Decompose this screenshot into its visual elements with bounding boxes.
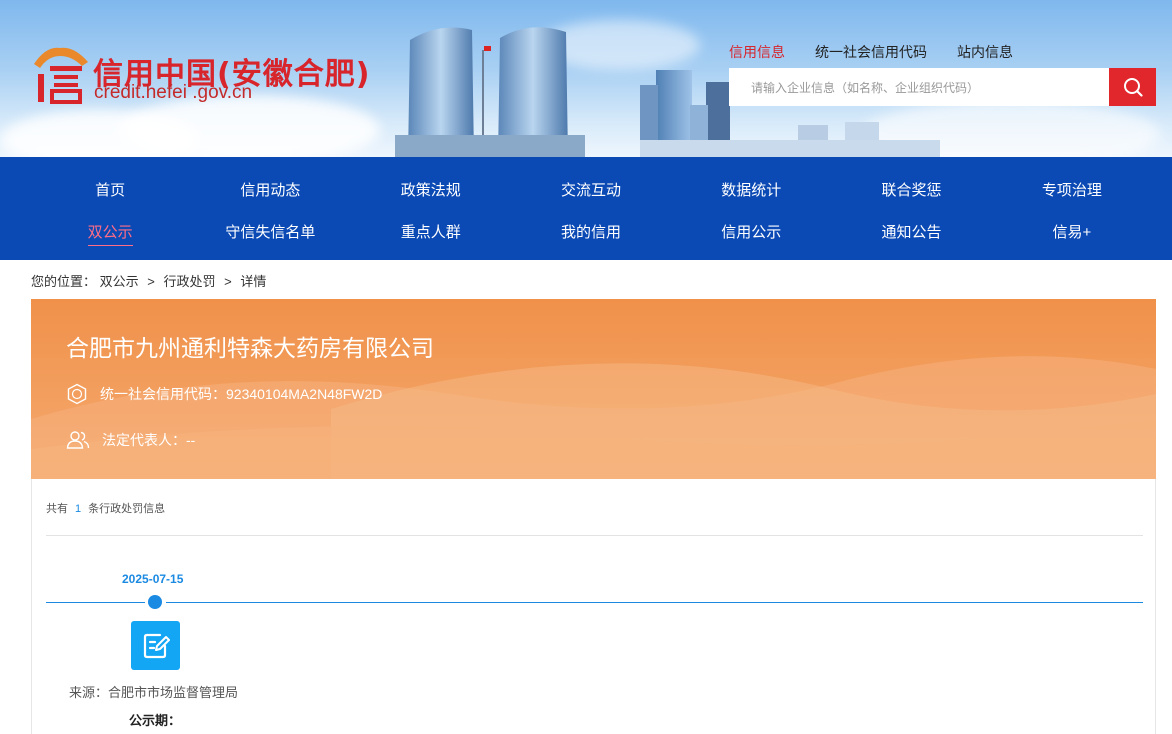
nav-item-statistics[interactable]: 数据统计 — [671, 179, 831, 200]
search-button[interactable] — [1109, 68, 1156, 106]
nav-item-credit-news[interactable]: 信用动态 — [190, 179, 350, 200]
credit-code-line: 统一社会信用代码： 92340104MA2N48FW2D — [66, 383, 382, 405]
legal-rep-line: 法定代表人： -- — [66, 430, 195, 450]
legal-rep-value: -- — [186, 432, 196, 448]
breadcrumb-penalty[interactable]: 行政处罚 — [164, 274, 216, 289]
credit-logo-icon — [34, 47, 88, 104]
nav-item-xinyi-plus[interactable]: 信易+ — [992, 221, 1152, 242]
credit-code-value: 92340104MA2N48FW2D — [226, 386, 383, 402]
nav-item-credit-lists[interactable]: 守信失信名单 — [190, 221, 350, 242]
tab-credit-info[interactable]: 信用信息 — [729, 42, 785, 62]
record-source-value: 合肥市市场监督管理局 — [108, 685, 239, 700]
timeline-dot[interactable] — [148, 595, 162, 609]
record-source: 来源：合肥市市场监督管理局 — [69, 682, 238, 701]
nav-item-credit-publicity[interactable]: 信用公示 — [671, 221, 831, 242]
nav-item-special-governance[interactable]: 专项治理 — [992, 179, 1152, 200]
nav-row-1: 首页 信用动态 政策法规 交流互动 数据统计 联合奖惩 专项治理 — [30, 179, 1152, 200]
tab-site-info[interactable]: 站内信息 — [957, 42, 1013, 62]
divider — [46, 535, 1143, 536]
timeline-date: 2025-07-15 — [122, 572, 184, 586]
users-icon — [66, 431, 90, 449]
nav-item-home[interactable]: 首页 — [30, 179, 190, 200]
record-count: 共有 1 条行政处罚信息 — [46, 500, 165, 516]
tab-credit-code[interactable]: 统一社会信用代码 — [815, 42, 927, 62]
record-publicity-period: 公示期： — [129, 713, 182, 728]
penalty-records-panel: 共有 1 条行政处罚信息 2025-07-15 来源：合肥市市场监督管理局 公示期： — [31, 479, 1156, 734]
nav-item-key-groups[interactable]: 重点人群 — [351, 221, 511, 242]
record-count-number: 1 — [75, 503, 82, 515]
breadcrumb-prefix: 您的位置： — [31, 274, 97, 289]
site-url: credit.hefei .gov.cn — [94, 82, 253, 103]
timeline-line — [166, 602, 1143, 603]
nav-item-my-credit[interactable]: 我的信用 — [511, 221, 671, 242]
nav-row-2: 双公示 守信失信名单 重点人群 我的信用 信用公示 通知公告 信易+ — [30, 221, 1152, 246]
search-input[interactable]: 请输入企业信息（如名称、企业组织代码） — [729, 68, 1109, 106]
legal-rep-label: 法定代表人： — [102, 432, 186, 448]
nav-item-label: 双公示 — [87, 224, 133, 246]
record-source-label: 来源： — [69, 685, 109, 700]
search-tabs: 信用信息 统一社会信用代码 站内信息 — [729, 42, 1013, 62]
header-banner: 信用中国(安徽合肥) credit.hefei .gov.cn 信用信息 统一社… — [0, 0, 1172, 157]
nav-item-rewards-punishments[interactable]: 联合奖惩 — [831, 179, 991, 200]
shield-icon — [67, 383, 87, 405]
breadcrumb-separator: > — [147, 274, 155, 289]
breadcrumb-detail: 详情 — [240, 274, 267, 289]
nav-item-policies[interactable]: 政策法规 — [351, 179, 511, 200]
search-icon — [1123, 78, 1143, 97]
nav-item-double-publicity[interactable]: 双公示 — [30, 221, 190, 246]
timeline-line — [46, 602, 145, 603]
nav-item-interaction[interactable]: 交流互动 — [511, 179, 671, 200]
breadcrumb: 您的位置： 双公示 > 行政处罚 > 详情 — [31, 271, 266, 290]
breadcrumb-double-publicity[interactable]: 双公示 — [100, 274, 139, 289]
edit-document-icon — [143, 633, 170, 658]
company-name: 合肥市九州通利特森大药房有限公司 — [66, 335, 434, 361]
company-card: 合肥市九州通利特森大药房有限公司 统一社会信用代码： 92340104MA2N4… — [31, 299, 1156, 479]
record-detail-button[interactable] — [131, 621, 180, 670]
main-nav: 首页 信用动态 政策法规 交流互动 数据统计 联合奖惩 专项治理 双公示 守信失… — [0, 157, 1172, 260]
record-count-suffix: 条行政处罚信息 — [88, 503, 166, 515]
breadcrumb-separator: > — [224, 274, 232, 289]
credit-code-label: 统一社会信用代码： — [100, 386, 226, 402]
nav-item-notices[interactable]: 通知公告 — [831, 221, 991, 242]
record-count-prefix: 共有 — [46, 503, 68, 515]
